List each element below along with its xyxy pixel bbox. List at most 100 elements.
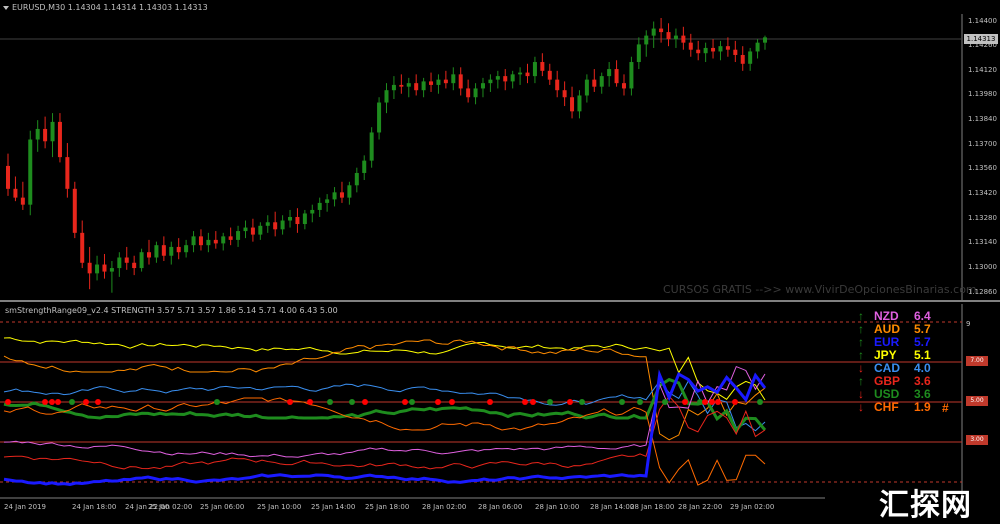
candle-body [540,62,545,71]
candle-body [421,81,426,91]
candle-body [711,47,716,52]
signal-dot [715,399,721,405]
candle-body [629,62,634,89]
candle-body [614,69,619,84]
candle-body [451,74,456,84]
price-label: 1.14120 [968,65,997,74]
candle-body [562,90,567,98]
time-label: 28 Jan 18:00 [630,503,675,511]
time-label: 25 Jan 02:00 [148,503,193,511]
time-label: 28 Jan 10:00 [535,503,580,511]
candle-body [570,97,575,112]
candle-body [339,192,344,198]
candle-body [532,62,537,77]
price-label: 1.13700 [968,139,997,148]
price-label: 1.14400 [968,16,997,25]
candle-body [102,264,107,272]
candle-body [198,236,203,246]
candle-body [325,199,330,203]
candle-body [117,257,122,269]
candle-body [317,202,322,210]
signal-dot [402,399,408,405]
price-label: 1.13560 [968,164,997,173]
candle-body [124,257,129,263]
signal-dot [362,399,368,405]
candle-body [288,216,293,221]
candle-body [748,51,753,64]
candle-body [718,46,723,52]
candle-body [280,220,285,230]
candle-body [161,245,166,256]
signal-dot [732,399,738,405]
symbol-line: EURUSD,M30 1.14304 1.14314 1.14303 1.143… [12,3,208,12]
currency-code: CHF [874,400,899,414]
candle-body [80,232,85,263]
price-label: 1.12860 [968,287,997,296]
candle-body [6,165,10,189]
signal-dot [757,399,763,405]
price-label: 1.13980 [968,90,997,99]
signal-dot [42,399,48,405]
candle-body [228,236,233,240]
time-label: 28 Jan 06:00 [478,503,523,511]
signal-dot [619,399,625,405]
candle-body [147,252,152,258]
watermark-text: CURSOS GRATIS -->> www.VivirDeOpcionesBi… [663,283,977,296]
signal-dot [662,399,668,405]
signal-dot [579,399,585,405]
price-label: 1.13280 [968,213,997,222]
candle-body [132,262,137,269]
candle-body [72,188,77,233]
candle-body [555,79,560,91]
candle-body [399,84,404,87]
signal-dot [682,399,688,405]
candle-body [466,88,471,98]
candle-body [169,246,174,256]
candle-body [725,46,730,50]
strength-lines [3,337,767,487]
indicator-scale-top: 9 [966,320,971,328]
candle-body [414,83,419,91]
price-label: 1.13420 [968,189,997,198]
candle-body [57,121,62,158]
candle-body [636,44,641,63]
signal-dot [307,399,313,405]
dropdown-triangle-icon[interactable] [3,5,9,10]
candle-body [703,47,708,54]
candle-body [295,216,300,225]
candle-body [302,213,307,225]
candle-body [20,197,25,205]
candlestick-series [6,18,767,293]
candle-body [65,157,70,189]
signal-dot [709,399,715,405]
candle-body [87,262,92,274]
candle-body [377,102,382,133]
price-label: 1.13840 [968,115,997,124]
candle-body [406,83,411,87]
candle-body [310,209,315,214]
level-label-3: 3.00 [966,435,988,445]
symbol-header[interactable]: EURUSD,M30 1.14304 1.14314 1.14303 1.143… [3,3,208,12]
signal-dot [287,399,293,405]
candle-body [354,172,359,186]
candle-body [740,54,745,64]
signal-dot [530,399,536,405]
candle-body [236,231,241,240]
current-price-label: 1.14313 [964,34,998,44]
candle-body [258,225,263,235]
candle-body [139,252,144,269]
time-label: 24 Jan 18:00 [72,503,117,511]
candle-body [221,236,226,244]
signal-dot [449,399,455,405]
time-label: 29 Jan 02:00 [730,503,775,511]
signal-dot [487,399,493,405]
time-label: 25 Jan 06:00 [200,503,245,511]
legend-hash: # [942,401,949,415]
signal-dot [567,399,573,405]
candle-body [213,239,218,244]
candle-body [696,49,701,54]
candle-body [436,79,441,85]
candle-body [510,74,515,82]
candle-body [154,245,159,258]
candle-body [577,95,582,112]
